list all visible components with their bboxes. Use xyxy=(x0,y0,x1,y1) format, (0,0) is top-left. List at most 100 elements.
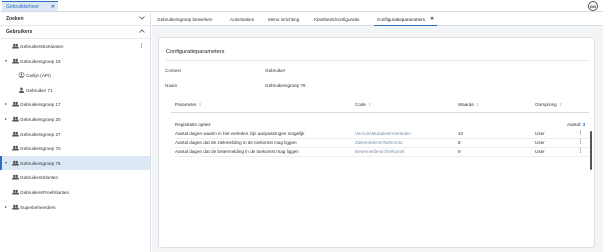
close-icon[interactable]: ✕ xyxy=(51,4,55,10)
users-icon xyxy=(12,43,19,49)
search-label: Zoeken xyxy=(6,16,24,22)
row-count: Aantal: 3 xyxy=(567,122,585,127)
column-header-code[interactable]: Code ⇕ xyxy=(355,102,371,107)
sidebar-item-label: Superbeheerders xyxy=(20,204,56,210)
sidebar-item-gebruikersgroep-76[interactable]: ▾ Gebruikersgroep 76 xyxy=(0,155,150,171)
sort-icon[interactable]: ⇕ xyxy=(476,102,479,107)
caret-right-icon[interactable]: ▸ xyxy=(5,101,7,106)
sidebar-item-gebruiker-71[interactable]: Gebruiker 71 xyxy=(0,83,150,98)
tab-gebruikersgroep-bewerken[interactable]: Gebruikersgroep bewerken xyxy=(157,13,212,26)
column-label: Waarde xyxy=(458,102,474,107)
chevron-down-icon[interactable] xyxy=(139,16,145,22)
sidebar-item-label: Gebruikersgroep 16 xyxy=(20,58,61,64)
row-divider xyxy=(175,156,589,157)
sidebar-item-label: Gebruikersgroep 70 xyxy=(20,146,61,152)
app-top-bar: Gebruikbeheer ✕ GG xyxy=(0,0,603,12)
tab-label: Klantbeeldconfiguratie xyxy=(314,17,360,22)
cell-code: ZiekmeldenInToekomst xyxy=(355,140,403,145)
column-label: Code xyxy=(355,102,366,107)
tab-klantbeeldconfiguratie[interactable]: Klantbeeldconfiguratie xyxy=(314,13,359,26)
sidebar-item-label: GebruikersExKlanten xyxy=(20,44,64,49)
more-options-icon[interactable]: ⋮ xyxy=(578,139,583,145)
tab-autorisaties[interactable]: Autorisaties xyxy=(230,13,254,26)
cell-value: 9 xyxy=(458,149,461,154)
count-value: 3 xyxy=(582,122,586,127)
sidebar-item-gebruikersexklanten[interactable]: GebruikersExKlanten ⋮ xyxy=(0,39,150,54)
cell-code: BetermeldenInToekomst xyxy=(355,149,405,154)
cell-origin: User xyxy=(535,131,545,136)
users-icon xyxy=(12,131,19,137)
context-label: Context xyxy=(165,68,181,73)
sidebar-item-label: Gebruikersgroep 20 xyxy=(20,116,61,122)
app-tab-gebruikbeheer[interactable]: Gebruikbeheer ✕ xyxy=(2,1,58,11)
tab-menu-inrichting[interactable]: Menu inrichting xyxy=(268,13,299,26)
tab-label: Gebruikersgroep bewerken xyxy=(157,17,213,22)
cell-parameter: Aantal dagen dat de betermelding in de t… xyxy=(175,149,299,154)
sidebar-item-superbeheerders[interactable]: ▸ Superbeheerders xyxy=(0,200,150,215)
users-icon xyxy=(12,58,19,64)
cell-code: VerzuimMutatiesInVerleden xyxy=(355,131,411,136)
user-tree: GebruikersExKlanten ⋮ ▾ Gebruikersgroep 16 C… xyxy=(0,39,150,214)
config-card: Configuratieparameters Context Gebruiker… xyxy=(158,37,595,248)
app-tab-label: Gebruikbeheer xyxy=(6,3,40,10)
sidebar-item-gebruikersklanten[interactable]: GebruikersKlanten xyxy=(0,170,150,185)
users-icon xyxy=(12,116,19,122)
sidebar-item-gebruikersgroep-70[interactable]: Gebruikersgroep 70 xyxy=(0,141,150,156)
sidebar-item-gebruikersgroep-20[interactable]: ▸ Gebruikersgroep 20 xyxy=(0,112,150,127)
sidebar-item-carlijn-api[interactable]: Carlijn (API) xyxy=(0,68,150,83)
sidebar-item-label: GebruikersKlanten xyxy=(20,175,59,181)
sidebar-item-gebruikersgroep-16[interactable]: ▾ Gebruikersgroep 16 xyxy=(0,54,150,69)
cell-origin: User xyxy=(535,149,545,154)
page-title: Configuratieparameters xyxy=(166,49,225,55)
avatar[interactable]: GG xyxy=(588,1,598,11)
sidebar-item-gebruikersgroep-27[interactable]: Gebruikersgroep 27 xyxy=(0,127,150,142)
sidebar-item-label: Gebruiker 71 xyxy=(26,87,53,93)
divider xyxy=(166,60,589,61)
cell-value: 8 xyxy=(458,140,461,145)
sidebar-item-label: Carlijn (API) xyxy=(26,73,51,79)
sort-icon[interactable]: ⇕ xyxy=(198,102,201,107)
cell-parameter: Aantal dagen dat de ziekmelding in de to… xyxy=(175,140,297,145)
chevron-up-icon[interactable] xyxy=(139,29,145,35)
scrollbar[interactable] xyxy=(590,131,592,170)
users-section-header[interactable]: Gebruikers xyxy=(0,26,150,39)
caret-right-icon[interactable]: ▸ xyxy=(5,204,7,209)
column-header-parameter[interactable]: Parameter ⇕ xyxy=(175,102,202,107)
tab-bar: Gebruikersgroep bewerken Autorisaties Me… xyxy=(152,13,603,26)
users-label: Gebruikers xyxy=(6,29,33,35)
count-label: Aantal: xyxy=(567,122,582,127)
caret-down-icon[interactable]: ▾ xyxy=(5,58,7,63)
column-label: Parameter xyxy=(175,102,197,107)
search-section-header[interactable]: Zoeken xyxy=(0,13,150,26)
column-header-oorsprong[interactable]: Oorsprong ⇕ xyxy=(535,102,562,107)
more-options-icon[interactable]: ⋮ xyxy=(578,130,583,136)
cell-value: 10 xyxy=(458,131,464,136)
caret-right-icon[interactable]: ▸ xyxy=(5,116,7,121)
main-panel: Gebruikersgroep bewerken Autorisaties Me… xyxy=(152,13,603,252)
users-icon xyxy=(12,204,19,210)
users-icon xyxy=(12,101,19,107)
cell-origin: User xyxy=(535,140,545,145)
name-value: Gebruikersgroep 76 xyxy=(265,83,306,88)
more-options-icon[interactable]: ⋮ xyxy=(139,43,144,49)
sort-icon[interactable]: ⇕ xyxy=(368,102,371,107)
column-header-waarde[interactable]: Waarde ⇕ xyxy=(458,102,479,107)
more-options-icon[interactable]: ⋮ xyxy=(578,148,583,154)
group-label: Registratie opties xyxy=(175,122,211,127)
sidebar-item-label: Gebruikersgroep 76 xyxy=(20,160,61,166)
context-value: Gebruiker xyxy=(265,68,286,73)
sidebar-item-gebruikersgroep-17[interactable]: ▸ Gebruikersgroep 17 xyxy=(0,97,150,112)
close-icon[interactable]: ✕ xyxy=(430,16,434,22)
users-icon xyxy=(12,174,19,180)
tab-label: Menu inrichting xyxy=(268,17,300,22)
users-icon xyxy=(12,145,19,151)
header-divider xyxy=(171,112,589,113)
sort-icon[interactable]: ⇕ xyxy=(559,102,562,107)
user-icon xyxy=(18,87,25,93)
caret-down-icon[interactable]: ▾ xyxy=(5,160,7,165)
tab-configuratieparameters[interactable]: Configuratieparameters ✕ xyxy=(374,13,438,26)
column-label: Oorsprong xyxy=(535,102,557,107)
user-circle-icon xyxy=(18,72,25,79)
sidebar-item-gebruikersproefklanten[interactable]: GebruikersProefKlanten xyxy=(0,185,150,200)
users-icon xyxy=(12,160,19,166)
